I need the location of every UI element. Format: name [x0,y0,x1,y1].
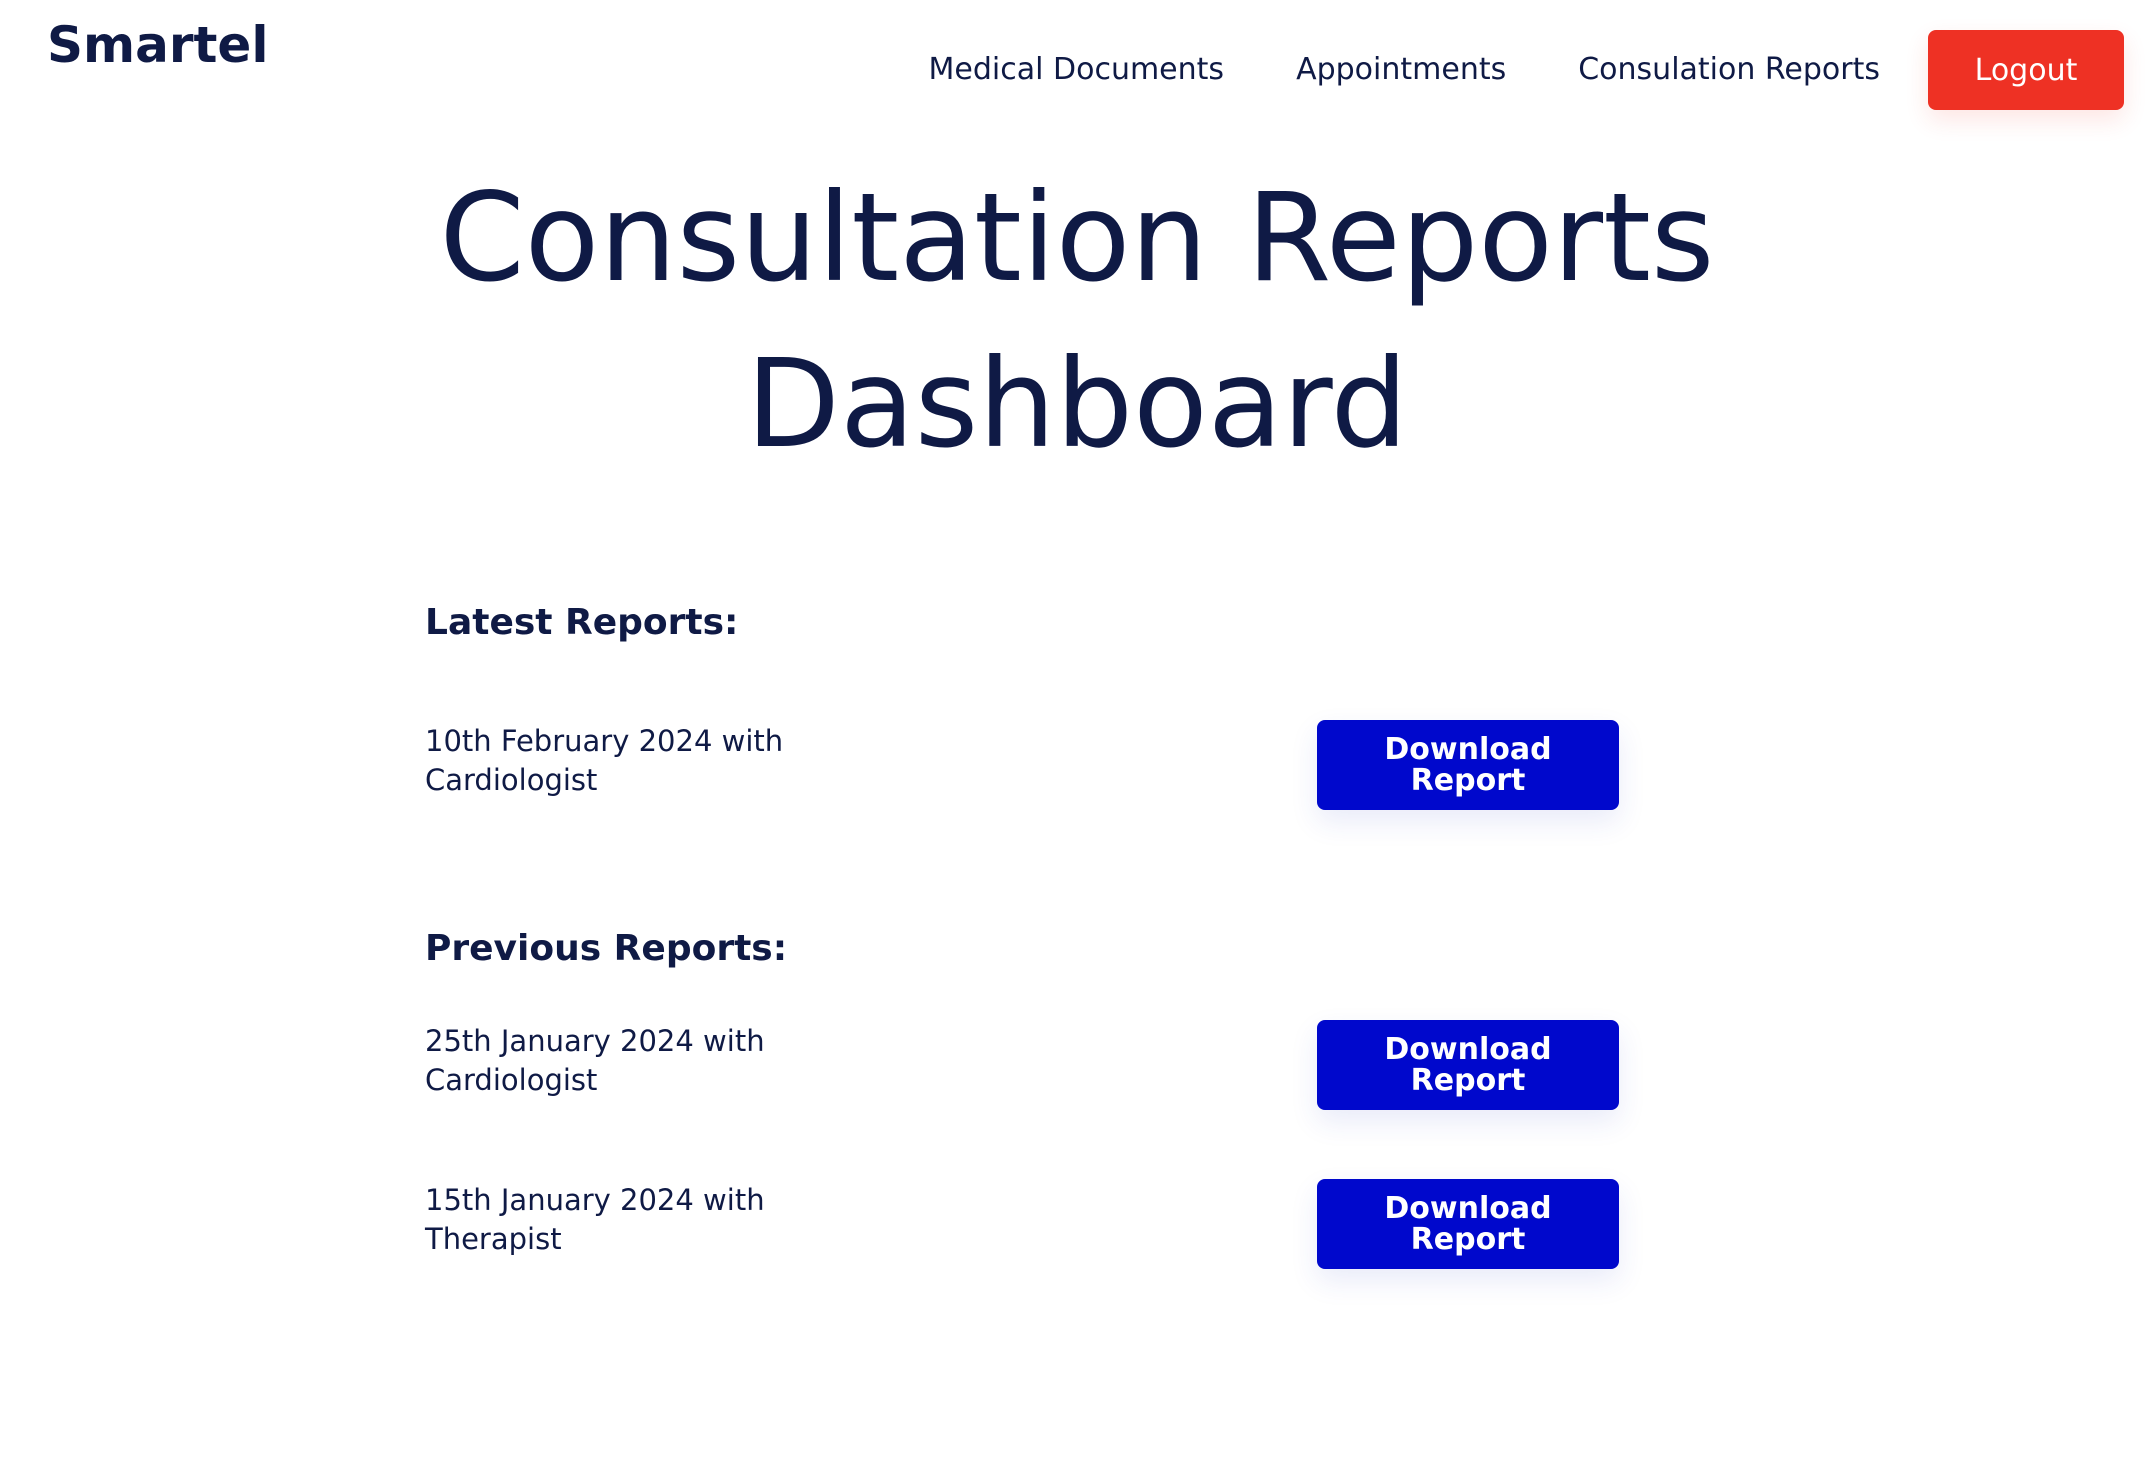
report-description: 10th February 2024 with Cardiologist [425,722,845,800]
page-title: Consultation Reports Dashboard [0,155,2154,487]
nav-appointments[interactable]: Appointments [1296,30,1506,110]
download-report-button[interactable]: Download Report [1317,720,1619,810]
report-date: 15th January 2024 with [425,1183,765,1217]
report-description: 15th January 2024 with Therapist [425,1181,845,1259]
main-nav: Medical Documents Appointments Consulati… [929,30,2124,110]
brand-logo[interactable]: Smartel [47,14,268,76]
report-row: 10th February 2024 with Cardiologist Dow… [425,720,1619,810]
report-specialist: Therapist [425,1222,562,1256]
nav-consultation-reports[interactable]: Consulation Reports [1578,30,1880,110]
report-specialist: Cardiologist [425,1063,598,1097]
nav-medical-documents[interactable]: Medical Documents [929,30,1225,110]
report-date: 25th January 2024 with [425,1024,765,1058]
page-title-line-1: Consultation Reports [439,167,1715,309]
report-row: 15th January 2024 with Therapist Downloa… [425,1179,1619,1269]
report-date: 10th February 2024 with [425,724,784,758]
latest-reports-heading: Latest Reports: [425,602,739,643]
page-title-line-2: Dashboard [746,333,1408,475]
download-report-button[interactable]: Download Report [1317,1020,1619,1110]
report-specialist: Cardiologist [425,763,598,797]
report-description: 25th January 2024 with Cardiologist [425,1022,845,1100]
logout-button[interactable]: Logout [1928,30,2124,110]
download-report-button[interactable]: Download Report [1317,1179,1619,1269]
report-row: 25th January 2024 with Cardiologist Down… [425,1020,1619,1110]
previous-reports-heading: Previous Reports: [425,928,788,969]
